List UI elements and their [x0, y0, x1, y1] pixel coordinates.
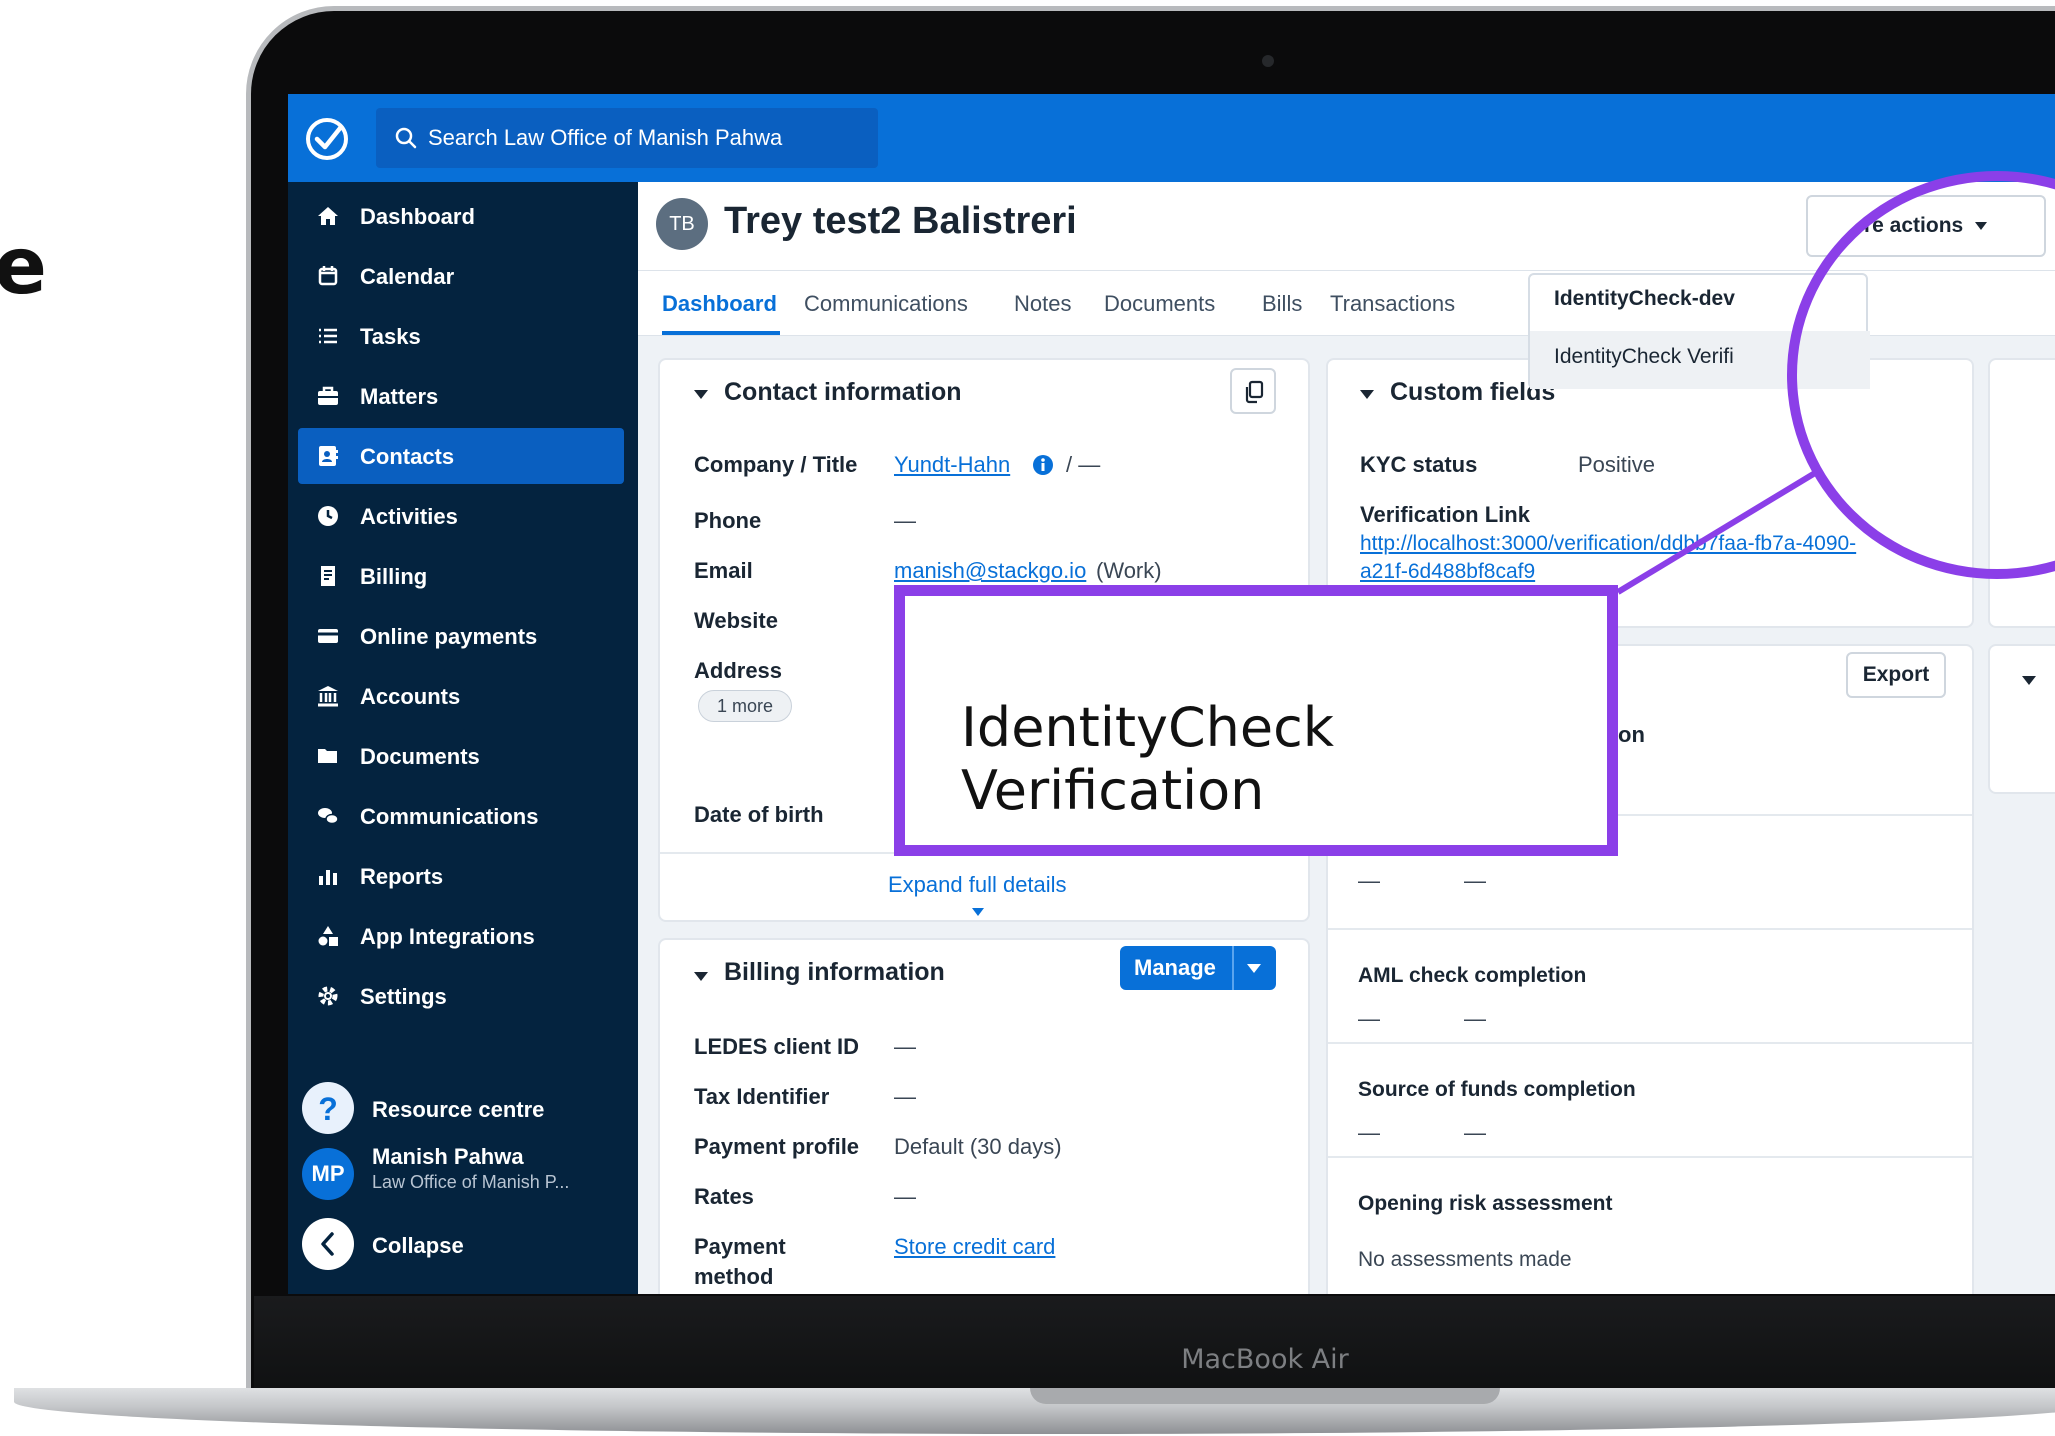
callout-box: IdentityCheck Verification: [894, 585, 1618, 856]
product-marketing-image: e MacBook Air Search Law Office of Manis…: [0, 0, 2055, 1436]
callout-text: IdentityCheck Verification: [961, 696, 1335, 822]
